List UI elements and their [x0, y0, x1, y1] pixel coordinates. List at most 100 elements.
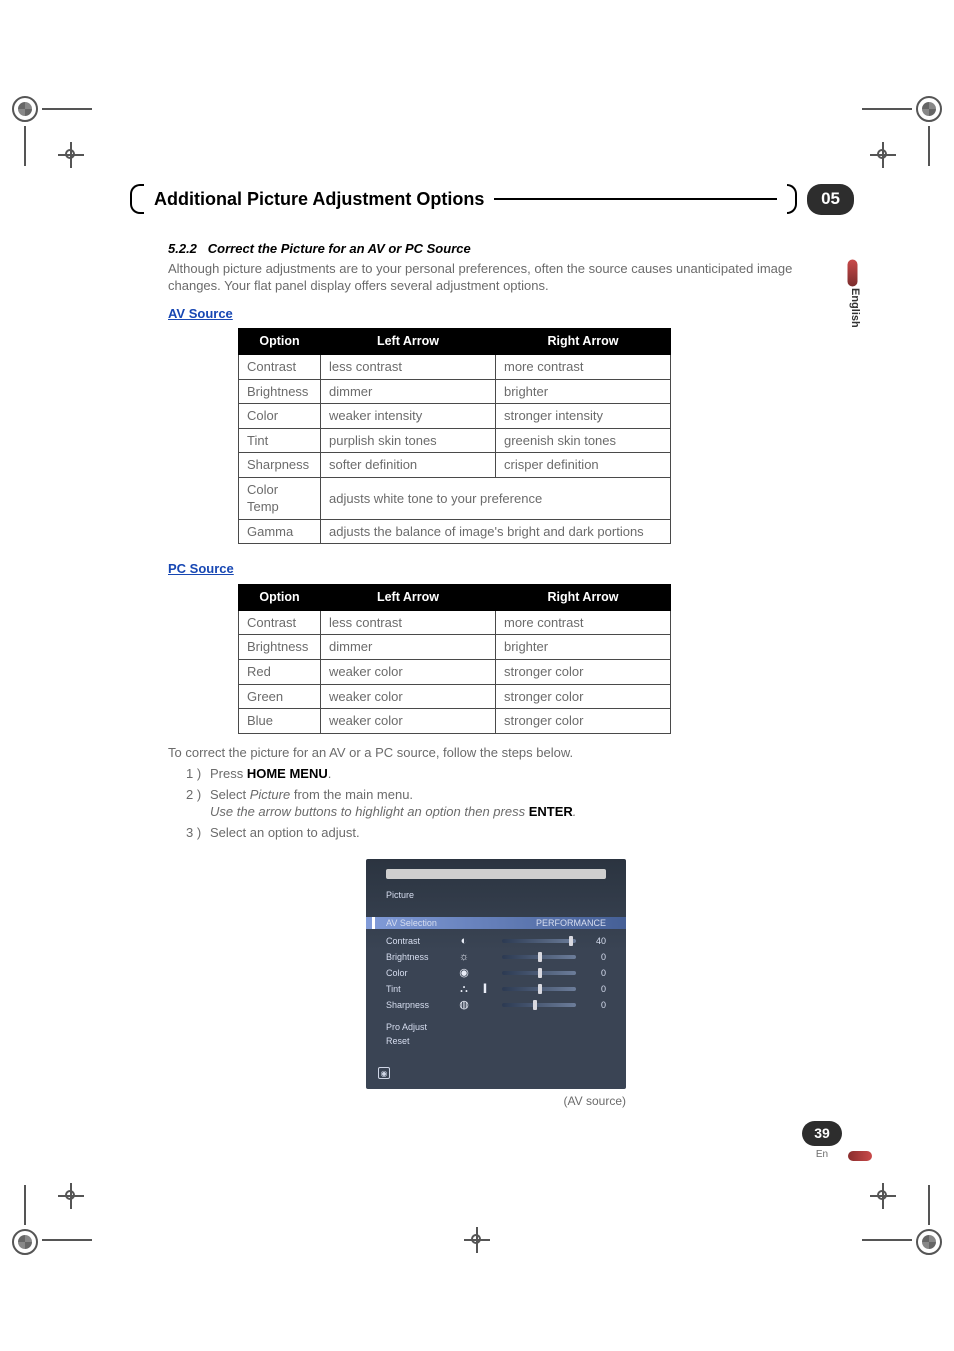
osd-aux-label: Pro Adjust [386, 1021, 446, 1035]
cell-left: dimmer [321, 379, 496, 404]
steps-intro: To correct the picture for an AV or a PC… [168, 744, 824, 762]
cell-right: greenish skin tones [496, 428, 671, 453]
osd-highlight-tick-icon [372, 917, 375, 929]
osd-row: Brightness ☼ 0 [386, 949, 606, 965]
step-text: Select an option to adjust. [210, 825, 360, 840]
step-item: Select Picture from the main menu. Use t… [186, 786, 824, 821]
table-row: Contrast less contrast more contrast [239, 355, 671, 380]
steps-list: Press HOME MENU. Select Picture from the… [186, 765, 824, 841]
tint-icon: ⛬ [456, 982, 472, 997]
osd-row-label: Contrast [386, 935, 446, 947]
brightness-icon: ☼ [456, 950, 472, 965]
section-title: Correct the Picture for an AV or PC Sour… [208, 241, 471, 256]
cell-option: Green [239, 684, 321, 709]
table-header-row: Option Left Arrow Right Arrow [239, 584, 671, 610]
osd-row: Tint ⛬ ▍ 0 [386, 981, 606, 997]
cell-right: brighter [496, 379, 671, 404]
table-row: Tint purplish skin tones greenish skin t… [239, 428, 671, 453]
registration-mark-top-left [12, 96, 92, 176]
osd-caption: (AV source) [366, 1093, 626, 1109]
cell-option: Tint [239, 428, 321, 453]
cell-right: more contrast [496, 355, 671, 380]
cell-option: Brightness [239, 379, 321, 404]
page-edge-bar [848, 1151, 872, 1161]
cell-left: softer definition [321, 453, 496, 478]
cell-left: weaker color [321, 684, 496, 709]
header-open-bracket-icon [130, 184, 144, 214]
page-number-badge: 39 En [802, 1121, 842, 1161]
col-right-arrow: Right Arrow [496, 329, 671, 355]
osd-row-value: 0 [586, 999, 606, 1011]
cell-left: weaker color [321, 709, 496, 734]
contrast-icon: ◐ [456, 934, 472, 949]
osd-menu-preview: Picture AV Selection PERFORMANCE Contras… [366, 859, 626, 1089]
cell-right: more contrast [496, 610, 671, 635]
step-sub-bold: ENTER [529, 804, 573, 819]
step-text: from the main menu. [290, 787, 413, 802]
osd-aux-label: Reset [386, 1035, 446, 1049]
table-row: Red weaker color stronger color [239, 659, 671, 684]
step-bold: HOME MENU [247, 766, 328, 781]
table-row: Color Temp adjusts white tone to your pr… [239, 477, 671, 519]
osd-highlight-value: PERFORMANCE [536, 917, 606, 929]
av-source-table: Option Left Arrow Right Arrow Contrast l… [238, 328, 671, 544]
cell-right: brighter [496, 635, 671, 660]
slider-knob-icon [533, 1000, 537, 1010]
cell-option: Color Temp [239, 477, 321, 519]
osd-slider [502, 955, 576, 959]
osd-corner-icon: ◉ [378, 1067, 390, 1079]
cell-left: purplish skin tones [321, 428, 496, 453]
osd-row-label: Brightness [386, 951, 446, 963]
step-item: Select an option to adjust. [186, 824, 824, 842]
osd-row-label: Color [386, 967, 446, 979]
step-text: Press [210, 766, 247, 781]
table-row: Sharpness softer definition crisper defi… [239, 453, 671, 478]
registration-mark-bottom-right [862, 1175, 942, 1255]
slider-knob-icon [538, 984, 542, 994]
cell-right: stronger color [496, 709, 671, 734]
cell-left: weaker color [321, 659, 496, 684]
osd-row-indicator: ▍ [482, 984, 492, 995]
step-text: Select [210, 787, 250, 802]
table-row: Blue weaker color stronger color [239, 709, 671, 734]
table-row: Contrast less contrast more contrast [239, 610, 671, 635]
cell-option: Brightness [239, 635, 321, 660]
step-sub-post: . [573, 804, 577, 819]
cell-span: adjusts white tone to your preference [321, 477, 671, 519]
osd-row-value: 0 [586, 983, 606, 995]
cell-option: Red [239, 659, 321, 684]
table-header-row: Option Left Arrow Right Arrow [239, 329, 671, 355]
step-text: . [328, 766, 332, 781]
osd-aux-rows: Pro Adjust Reset [386, 1021, 606, 1049]
col-option: Option [239, 329, 321, 355]
col-option: Option [239, 584, 321, 610]
osd-slider [502, 971, 576, 975]
col-right-arrow: Right Arrow [496, 584, 671, 610]
osd-title: Picture [386, 889, 414, 901]
col-left-arrow: Left Arrow [321, 584, 496, 610]
osd-title-slot [386, 869, 606, 879]
slider-knob-icon [538, 968, 542, 978]
header-close-bracket-icon [787, 184, 797, 214]
cell-left: less contrast [321, 355, 496, 380]
osd-aux-row: Reset [386, 1035, 606, 1049]
chapter-number-pill: 05 [807, 184, 854, 215]
chapter-header: Additional Picture Adjustment Options 05 [130, 184, 854, 215]
osd-highlight-row: AV Selection PERFORMANCE [386, 917, 606, 929]
osd-row-value: 40 [586, 935, 606, 947]
osd-row: Color ◉ 0 [386, 965, 606, 981]
pc-source-label: PC Source [168, 560, 234, 578]
step-sub-italic: Use the arrow buttons to highlight an op… [210, 804, 529, 819]
table-row: Brightness dimmer brighter [239, 379, 671, 404]
sharpness-icon: ◍ [456, 998, 472, 1013]
osd-slider [502, 1003, 576, 1007]
registration-mark-top-right [862, 96, 942, 176]
table-row: Green weaker color stronger color [239, 684, 671, 709]
cell-span: adjusts the balance of image's bright an… [321, 519, 671, 544]
header-rule [494, 198, 777, 200]
step-item: Press HOME MENU. [186, 765, 824, 783]
color-icon: ◉ [456, 966, 472, 981]
osd-row-label: Sharpness [386, 999, 446, 1011]
table-row: Color weaker intensity stronger intensit… [239, 404, 671, 429]
content-column: 5.2.2 Correct the Picture for an AV or P… [168, 240, 824, 1110]
